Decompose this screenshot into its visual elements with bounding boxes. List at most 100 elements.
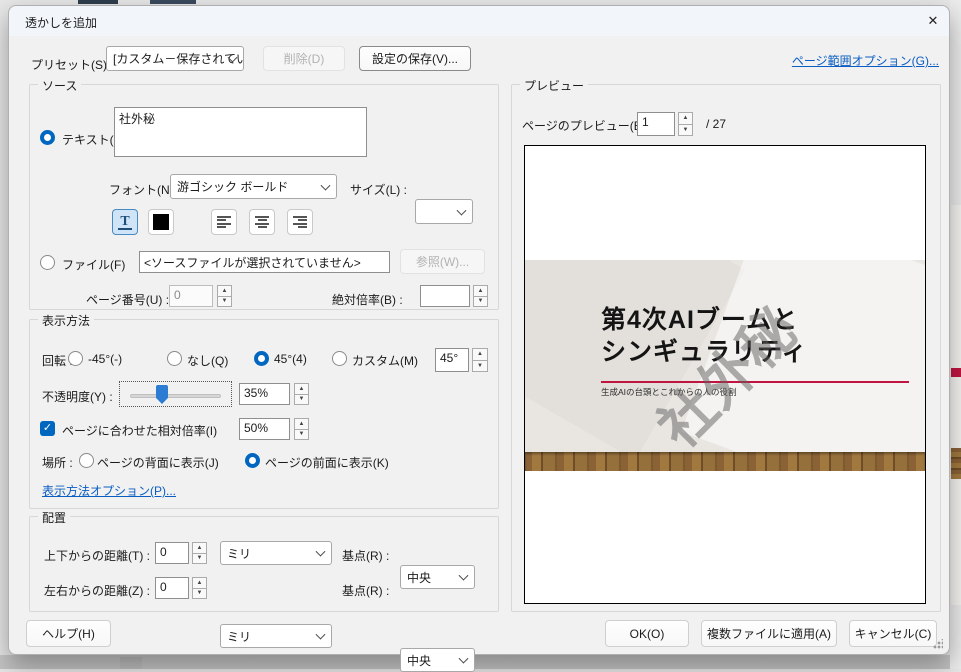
relative-scale-label: ページに合わせた相対倍率(I) xyxy=(62,422,217,439)
page-number-label: ページ番号(U) : xyxy=(86,291,169,308)
file-radio-label: ファイル(F) xyxy=(62,256,125,273)
page-number-spinner[interactable]: ▲ ▼ xyxy=(217,285,232,307)
spin-down-icon[interactable]: ▼ xyxy=(193,553,206,564)
rotate-custom-radio[interactable] xyxy=(332,351,347,366)
relative-scale-checkbox[interactable]: ✓ xyxy=(40,421,55,436)
spin-up-icon[interactable]: ▲ xyxy=(193,578,206,588)
page-preview-input[interactable]: 1 xyxy=(637,112,675,136)
cancel-button[interactable]: キャンセル(C) xyxy=(849,620,937,647)
background-app xyxy=(0,655,961,669)
horizontal-distance-label: 左右からの距離(Z) : xyxy=(44,582,150,599)
ok-button[interactable]: OK(O) xyxy=(605,620,689,647)
page-preview-spinner[interactable]: ▲ ▼ xyxy=(678,112,693,136)
spin-up-icon[interactable]: ▲ xyxy=(474,286,487,296)
spin-up-icon[interactable]: ▲ xyxy=(295,384,308,394)
opacity-label: 不透明度(Y) : xyxy=(42,388,113,405)
spin-down-icon[interactable]: ▼ xyxy=(193,588,206,599)
spin-up-icon[interactable]: ▲ xyxy=(473,349,487,360)
spin-down-icon[interactable]: ▼ xyxy=(679,124,692,136)
rotate-45-radio[interactable] xyxy=(254,351,269,366)
vertical-anchor-select[interactable]: 中央 xyxy=(400,565,475,589)
behind-page-radio[interactable] xyxy=(79,453,94,468)
horizontal-anchor-select[interactable]: 中央 xyxy=(400,648,475,672)
align-left-button[interactable] xyxy=(211,209,237,235)
spin-down-icon[interactable]: ▼ xyxy=(218,296,231,307)
font-select[interactable]: 游ゴシック ボールド xyxy=(170,174,337,199)
spin-up-icon[interactable]: ▲ xyxy=(193,543,206,553)
browse-button[interactable]: 参照(W)... xyxy=(400,249,485,274)
rotate-minus45-label: -45°(-) xyxy=(88,352,122,366)
spin-down-icon[interactable]: ▼ xyxy=(473,360,487,372)
size-select[interactable] xyxy=(415,199,473,224)
spin-up-icon[interactable]: ▲ xyxy=(679,113,692,124)
font-value: 游ゴシック ボールド xyxy=(177,178,288,195)
background-document-redline xyxy=(951,368,961,377)
page-range-options-link[interactable]: ページ範囲オプション(G)... xyxy=(792,52,939,69)
spin-down-icon[interactable]: ▼ xyxy=(474,296,487,307)
close-icon[interactable]: ✕ xyxy=(921,10,945,32)
horizontal-anchor-value: 中央 xyxy=(407,652,431,669)
apply-multiple-button[interactable]: 複数ファイルに適用(A) xyxy=(701,620,837,647)
slider-track[interactable] xyxy=(130,394,221,398)
horizontal-unit-select[interactable]: ミリ xyxy=(220,624,332,648)
preset-label: プリセット(S) : xyxy=(31,56,114,73)
file-radio[interactable] xyxy=(40,255,55,270)
absolute-scale-input[interactable] xyxy=(420,285,470,307)
chevron-down-icon xyxy=(457,205,467,215)
appearance-options-link[interactable]: 表示方法オプション(P)... xyxy=(42,482,176,499)
opacity-spinner[interactable]: ▲ ▼ xyxy=(294,383,309,405)
size-label: サイズ(L) : xyxy=(350,181,407,198)
preview-group: プレビュー ページのプレビュー(E) 1 ▲ ▼ / 27 第4次AIブームと … xyxy=(511,84,941,612)
background-document-edge xyxy=(951,205,961,605)
page-total-label: / 27 xyxy=(706,117,726,131)
relative-scale-input[interactable]: 50% xyxy=(239,418,290,440)
text-radio[interactable] xyxy=(40,130,55,145)
vertical-unit-value: ミリ xyxy=(227,545,251,562)
front-page-radio[interactable] xyxy=(245,453,260,468)
underline-text-button[interactable]: T xyxy=(112,209,138,235)
chevron-down-icon xyxy=(316,630,326,640)
rotation-value-input[interactable]: 45° xyxy=(435,348,469,372)
page-number-input[interactable]: 0 xyxy=(169,285,213,307)
slide-wood-floor xyxy=(525,452,925,471)
horizontal-distance-input[interactable]: 0 xyxy=(155,577,189,599)
vertical-unit-select[interactable]: ミリ xyxy=(220,541,332,565)
preset-select[interactable]: [カスタム－保存されてい xyxy=(106,46,244,71)
relative-scale-spinner[interactable]: ▲ ▼ xyxy=(294,418,309,440)
rotation-spinner[interactable]: ▲ ▼ xyxy=(472,348,488,372)
align-right-button[interactable] xyxy=(287,209,313,235)
vertical-distance-input[interactable]: 0 xyxy=(155,542,189,564)
spin-down-icon[interactable]: ▼ xyxy=(295,394,308,405)
dialog-titlebar: 透かしを追加 ✕ xyxy=(9,6,949,36)
delete-button[interactable]: 削除(D) xyxy=(263,46,345,71)
spin-down-icon[interactable]: ▼ xyxy=(295,429,308,440)
absolute-scale-spinner[interactable]: ▲ ▼ xyxy=(473,285,488,307)
horizontal-anchor-label: 基点(R) : xyxy=(342,582,389,599)
preset-value: [カスタム－保存されてい xyxy=(113,50,244,67)
help-button[interactable]: ヘルプ(H) xyxy=(26,620,111,647)
spin-up-icon[interactable]: ▲ xyxy=(218,286,231,296)
horizontal-unit-value: ミリ xyxy=(227,628,251,645)
watermark-text-input[interactable]: 社外秘 xyxy=(114,107,367,157)
rotate-none-radio[interactable] xyxy=(167,351,182,366)
preview-legend: プレビュー xyxy=(520,77,588,94)
resize-grip[interactable] xyxy=(933,639,943,649)
vertical-distance-spinner[interactable]: ▲ ▼ xyxy=(192,542,207,564)
align-left-icon xyxy=(217,216,231,228)
align-center-icon xyxy=(255,216,269,228)
preview-page: 第4次AIブームと シンギュラリティ 生成AIの台頭とこれからの人の役割 社外秘 xyxy=(524,145,926,604)
rotate-none-label: なし(Q) xyxy=(187,352,228,369)
rotate-minus45-radio[interactable] xyxy=(68,351,83,366)
position-group: 配置 上下からの距離(T) : 0 ▲ ▼ ミリ 基点(R) : 中央 左右から… xyxy=(29,516,499,612)
slider-thumb[interactable] xyxy=(156,385,168,404)
align-center-button[interactable] xyxy=(249,209,275,235)
opacity-value-input[interactable]: 35% xyxy=(239,383,290,405)
save-settings-button[interactable]: 設定の保存(V)... xyxy=(359,46,471,71)
spin-up-icon[interactable]: ▲ xyxy=(295,419,308,429)
rotate-custom-label: カスタム(M) xyxy=(352,352,418,369)
font-color-button[interactable] xyxy=(148,209,174,235)
appearance-group: 表示方法 回転 : -45°(-) なし(Q) 45°(4) カスタム(M) 4… xyxy=(29,319,499,509)
opacity-slider[interactable] xyxy=(119,381,232,407)
source-group: ソース テキスト(X) 社外秘 フォント(N) : 游ゴシック ボールド サイズ… xyxy=(29,84,499,310)
horizontal-distance-spinner[interactable]: ▲ ▼ xyxy=(192,577,207,599)
